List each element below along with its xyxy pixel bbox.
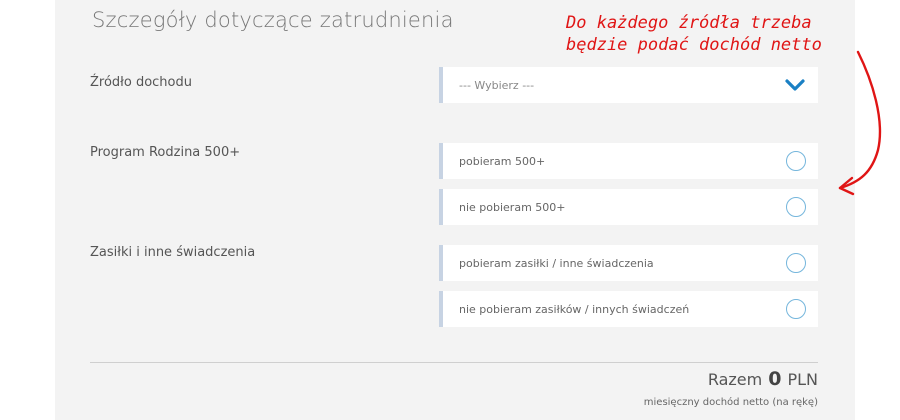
- option-label: nie pobieram zasiłków / innych świadczeń: [459, 302, 690, 316]
- income-source-select[interactable]: --- Wybierz ---: [439, 67, 818, 103]
- radio-button[interactable]: [786, 299, 806, 319]
- total-currency: PLN: [787, 370, 818, 389]
- annotation-line-2: będzie podać dochód netto: [566, 35, 822, 55]
- radio-button[interactable]: [786, 197, 806, 217]
- annotation-line-1: Do każdego źródła trzeba: [566, 13, 812, 33]
- radio-button[interactable]: [786, 151, 806, 171]
- income-source-label: Źródło dochodu: [90, 75, 192, 90]
- option-nie-pobieram-zasilkow[interactable]: nie pobieram zasiłków / innych świadczeń: [439, 291, 818, 327]
- radio-button[interactable]: [786, 253, 806, 273]
- option-label: pobieram zasiłki / inne świadczenia: [459, 256, 654, 270]
- option-pobieram-500[interactable]: pobieram 500+: [439, 143, 818, 179]
- divider: [90, 362, 818, 363]
- option-label: pobieram 500+: [459, 154, 546, 168]
- employment-details-panel: Szczegóły dotyczące zatrudnienia Źródło …: [55, 0, 855, 420]
- total-subtitle: miesięczny dochód netto (na rękę): [643, 397, 818, 408]
- handwritten-annotation: Do każdego źródła trzeba będzie podać do…: [566, 12, 866, 56]
- option-nie-pobieram-500[interactable]: nie pobieram 500+: [439, 189, 818, 225]
- option-label: nie pobieram 500+: [459, 200, 566, 214]
- chevron-down-icon: [785, 79, 805, 91]
- benefits-label: Zasiłki i inne świadczenia: [90, 245, 256, 260]
- total-value: 0: [768, 368, 782, 390]
- section-title: Szczegóły dotyczące zatrudnienia: [92, 8, 454, 32]
- total-label: Razem: [707, 370, 763, 389]
- income-source-select-value: --- Wybierz ---: [459, 78, 535, 92]
- program-500-label: Program Rodzina 500+: [90, 145, 241, 160]
- total-summary: Razem 0 PLN: [708, 368, 818, 390]
- option-pobieram-zasilki[interactable]: pobieram zasiłki / inne świadczenia: [439, 245, 818, 281]
